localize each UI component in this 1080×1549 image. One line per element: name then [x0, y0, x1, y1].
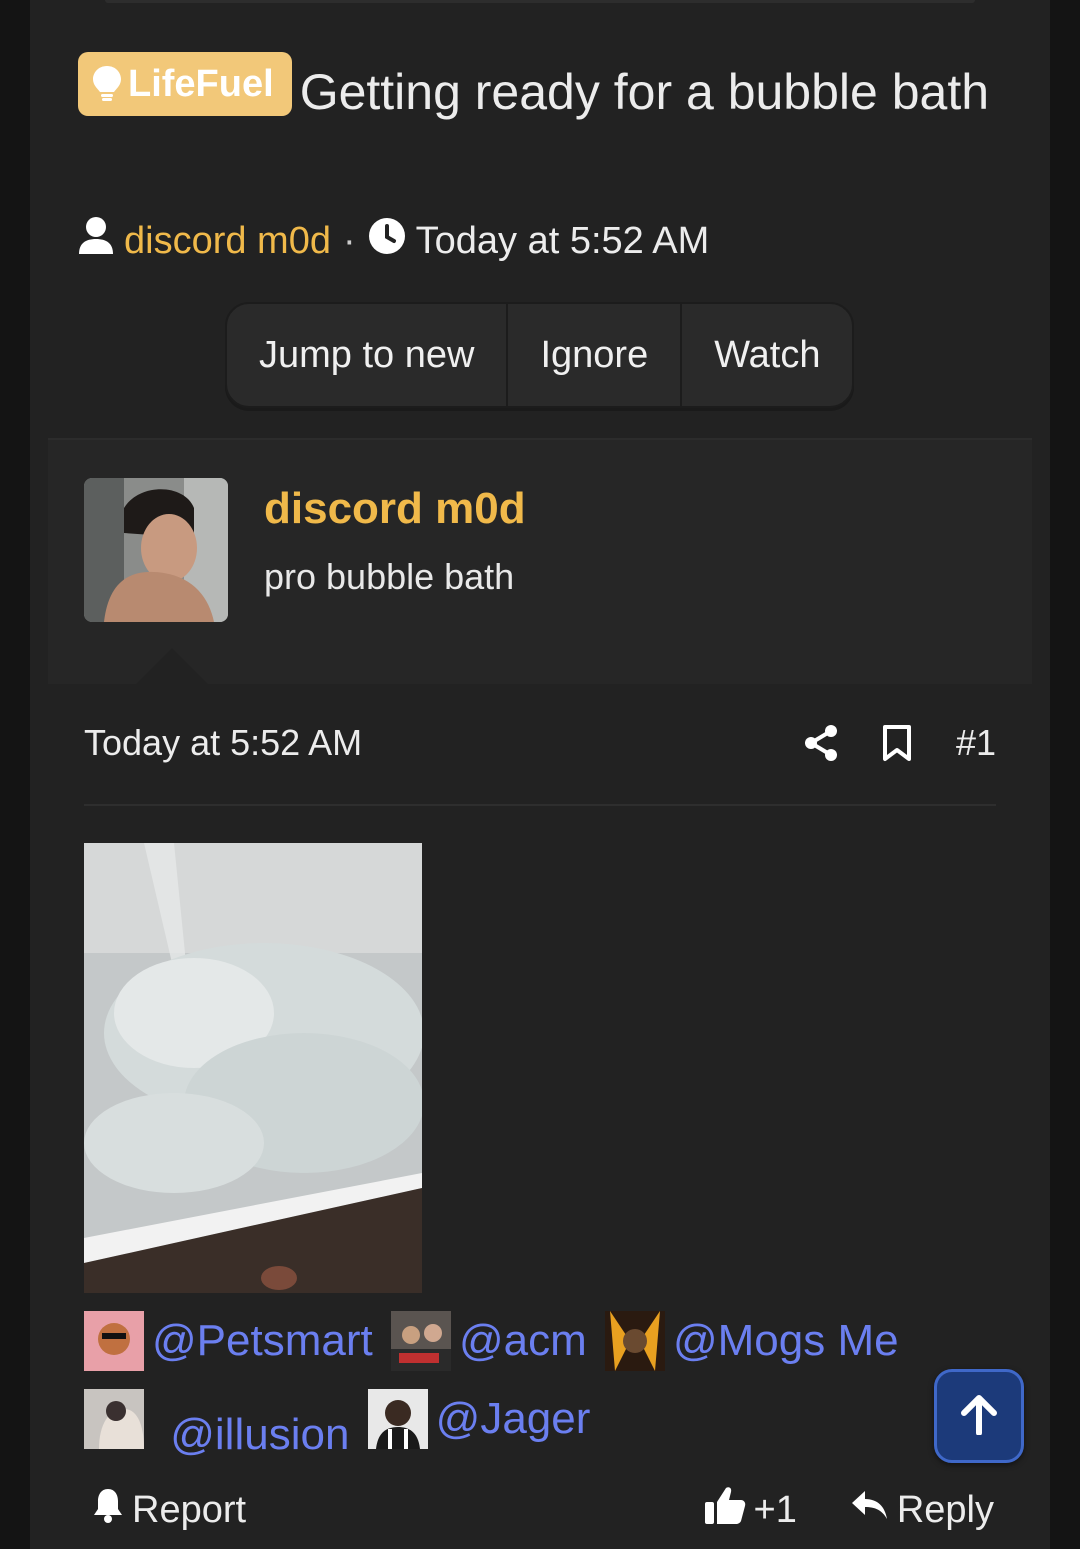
- mention-item[interactable]: [84, 1389, 152, 1449]
- mention-avatar: [604, 1311, 665, 1371]
- reply-button[interactable]: Reply: [849, 1487, 994, 1533]
- thread-title: LifeFuel Getting ready for a bubble bath: [78, 52, 998, 130]
- scroll-to-top-button[interactable]: [934, 1369, 1024, 1463]
- post-user-block: discord m0d pro bubble bath: [48, 438, 1032, 684]
- mentions-list: @Petsmart @acm @Mogs Me @illusion @Jager: [84, 1310, 984, 1466]
- meta-separator: ·: [342, 219, 356, 262]
- report-link[interactable]: Report: [92, 1487, 246, 1533]
- thread-action-buttons: Jump to new Ignore Watch: [225, 302, 855, 408]
- mention-avatar: [367, 1389, 428, 1449]
- mention-name: @Petsmart: [152, 1316, 373, 1365]
- reaction-count: +1: [753, 1488, 797, 1531]
- thread-title-text: Getting ready for a bubble bath: [299, 64, 990, 120]
- post-date[interactable]: Today at 5:52 AM: [84, 722, 362, 764]
- post-image[interactable]: [84, 843, 422, 1293]
- mention-item[interactable]: @Jager: [367, 1388, 591, 1450]
- thread-meta: discord m0d · Today at 5:52 AM: [78, 216, 710, 266]
- ignore-button[interactable]: Ignore: [506, 304, 680, 406]
- avatar[interactable]: [84, 478, 228, 622]
- mention-name: @Mogs Me: [672, 1316, 899, 1365]
- bell-icon: [92, 1487, 124, 1533]
- thread-prefix-badge[interactable]: LifeFuel: [78, 52, 292, 116]
- mention-name: @acm: [458, 1316, 587, 1365]
- watch-button[interactable]: Watch: [680, 304, 852, 406]
- user-block-pointer: [136, 648, 208, 684]
- mention-name: @Jager: [435, 1394, 591, 1443]
- mention-item[interactable]: @illusion: [170, 1404, 349, 1466]
- thread-author-link[interactable]: discord m0d: [124, 220, 331, 263]
- mention-item[interactable]: @acm: [390, 1310, 587, 1372]
- clock-icon: [368, 217, 406, 265]
- mention-avatar: [84, 1311, 144, 1371]
- arrow-up-icon: [959, 1393, 999, 1440]
- thumbs-up-icon: [704, 1484, 746, 1536]
- jump-to-new-button[interactable]: Jump to new: [227, 304, 506, 406]
- post-user-title: pro bubble bath: [264, 556, 515, 597]
- post-number[interactable]: #1: [956, 722, 996, 764]
- mention-name: @illusion: [170, 1410, 350, 1459]
- mention-item[interactable]: @Petsmart: [84, 1310, 373, 1372]
- reply-icon: [849, 1487, 889, 1533]
- mention-avatar: [84, 1389, 144, 1449]
- mention-item[interactable]: @Mogs Me: [604, 1310, 899, 1372]
- top-divider: [105, 0, 975, 3]
- thread-date[interactable]: Today at 5:52 AM: [416, 220, 710, 263]
- like-button[interactable]: +1: [704, 1484, 797, 1536]
- share-icon[interactable]: [804, 724, 838, 762]
- report-label: Report: [132, 1488, 247, 1531]
- bookmark-icon[interactable]: [882, 724, 912, 762]
- post-username[interactable]: discord m0d: [264, 484, 526, 534]
- post-divider: [84, 804, 996, 806]
- mention-avatar: [390, 1311, 451, 1371]
- post-footer: Report +1 Reply: [92, 1482, 994, 1538]
- post-header: Today at 5:52 AM #1: [84, 718, 996, 768]
- thread-page: LifeFuel Getting ready for a bubble bath…: [30, 0, 1050, 1549]
- reply-label: Reply: [896, 1488, 994, 1531]
- lightbulb-icon: [92, 65, 122, 103]
- thread-prefix-label: LifeFuel: [128, 63, 274, 105]
- user-icon: [78, 216, 114, 266]
